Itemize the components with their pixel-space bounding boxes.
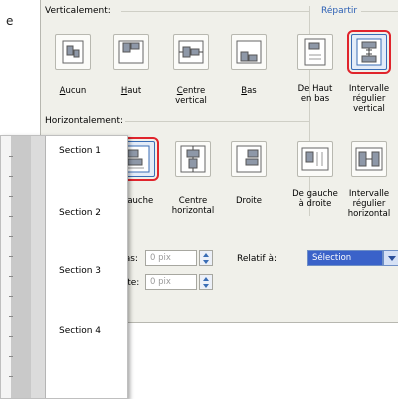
distribute-even-vertical-icon	[356, 38, 382, 66]
crop-text: e	[6, 14, 14, 28]
top-offset-input[interactable]: 0 pix	[145, 250, 197, 266]
left-offset-spinner[interactable]	[199, 274, 213, 290]
distribute-even-vertical-caption: Intervalle régulier vertical	[348, 84, 390, 114]
relative-to-select[interactable]: Sélection	[307, 250, 383, 266]
distribute-group-label: Répartir	[321, 6, 358, 16]
section-item[interactable]: Section 2	[59, 208, 101, 218]
align-horizontal-center-caption: Centre horizontal	[171, 196, 215, 216]
align-none-icon	[62, 40, 84, 64]
align-bottom-caption: Bas	[241, 86, 257, 96]
chevron-down-icon[interactable]	[383, 250, 398, 266]
vertical-group-label: Verticalement:	[45, 6, 111, 16]
align-vertical-center-caption: Centre vertical	[175, 86, 207, 106]
align-top-caption: Haut	[120, 86, 142, 96]
distribute-left-to-right-icon	[301, 147, 329, 171]
align-horizontal-center-button[interactable]	[175, 141, 211, 177]
align-bottom-button[interactable]	[231, 34, 267, 70]
distribute-left-to-right-button[interactable]	[297, 141, 333, 177]
left-offset-input[interactable]: 0 pix	[145, 274, 197, 290]
section-item[interactable]: Section 1	[59, 146, 101, 156]
horizontal-group-label: Horizontalement:	[45, 116, 124, 126]
section-item[interactable]: Section 3	[59, 266, 101, 276]
align-bottom-icon	[236, 40, 262, 64]
distribute-top-to-bottom-icon	[304, 38, 326, 66]
align-right-icon	[236, 145, 262, 173]
vertical-ruler	[1, 136, 45, 398]
distribute-even-horizontal-button[interactable]	[351, 141, 387, 177]
align-none-button[interactable]	[55, 34, 91, 70]
align-top-button[interactable]	[113, 34, 149, 70]
align-vertical-center-icon	[178, 40, 204, 64]
top-offset-spinner[interactable]	[199, 250, 213, 266]
align-vertical-center-button[interactable]	[173, 34, 209, 70]
align-none-caption: Aucun	[59, 86, 87, 96]
align-horizontal-center-icon	[180, 145, 206, 173]
distribute-top-to-bottom-button[interactable]	[297, 34, 333, 70]
align-top-icon	[118, 40, 144, 64]
section-item[interactable]: Section 4	[59, 326, 101, 336]
distribute-even-horizontal-caption: Intervalle régulier horizontal	[347, 189, 391, 219]
align-right-caption: Droite	[236, 196, 262, 206]
distribute-left-to-right-caption: De gauche à droite	[292, 189, 338, 209]
sections-panel: Section 1 Section 2 Section 3 Section 4	[0, 135, 128, 399]
distribute-even-vertical-button[interactable]	[351, 34, 387, 70]
align-right-button[interactable]	[231, 141, 267, 177]
relative-to-label: Relatif à:	[237, 254, 278, 264]
distribute-even-horizontal-icon	[355, 147, 383, 171]
background-crop: e	[0, 0, 40, 30]
distribute-top-to-bottom-caption: De Haut en bas	[297, 84, 333, 104]
